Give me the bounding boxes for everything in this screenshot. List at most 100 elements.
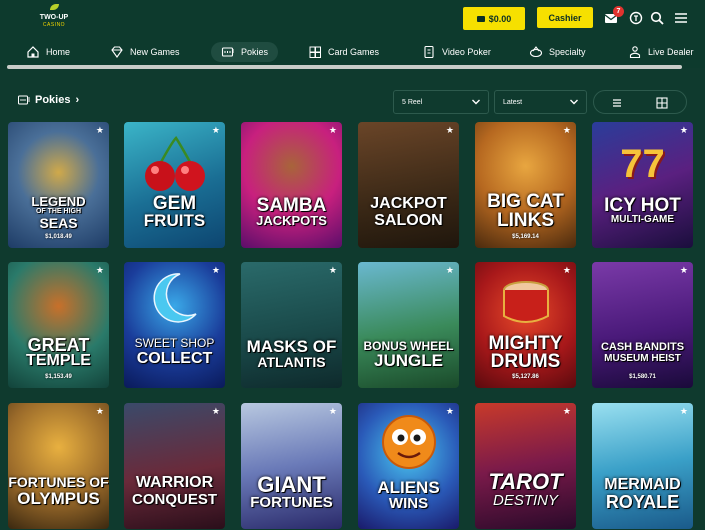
game-tile-mighty-drums[interactable]: ★ MIGHTY DRUMS $5,127.86: [475, 262, 576, 388]
favorite-star-icon[interactable]: ★: [212, 406, 220, 416]
logo-text-bottom: CASINO: [42, 22, 66, 28]
favorite-star-icon[interactable]: ★: [212, 265, 220, 275]
nav-item-live-dealer[interactable]: Live Dealer: [628, 42, 694, 62]
coin-icon[interactable]: [629, 11, 643, 25]
favorite-star-icon[interactable]: ★: [446, 406, 454, 416]
game-art: [358, 122, 459, 248]
dealer-icon: [629, 46, 641, 59]
mail-badge: 7: [613, 6, 624, 17]
game-title-line2: DESTINY: [492, 492, 558, 509]
game-title-line2: ROYALE: [605, 492, 680, 512]
favorite-star-icon[interactable]: ★: [329, 265, 337, 275]
game-title-line2: FRUITS: [143, 211, 206, 230]
game-art: [475, 403, 576, 529]
game-title-line2: JUNGLE: [374, 351, 443, 370]
reel-filter-select[interactable]: 5 Reel: [393, 90, 489, 114]
jackpot-amount: $1,018.49: [45, 234, 72, 240]
nav-label: New Games: [130, 47, 180, 57]
favorite-star-icon[interactable]: ★: [96, 125, 104, 135]
game-title-line1: CASH BANDITS: [600, 341, 685, 353]
game-title-line1: MERMAID: [604, 476, 681, 493]
section-title-label: Pokies: [35, 94, 71, 106]
favorite-star-icon[interactable]: ★: [212, 125, 220, 135]
nav-label: Card Games: [328, 47, 380, 57]
game-tile-masks-of-atlantis[interactable]: ★ MASKS OF ATLANTIS: [241, 262, 342, 388]
balance-button[interactable]: $0.00: [463, 7, 525, 30]
game-title-line2: FORTUNES: [250, 494, 333, 511]
game-title-line1: LEGEND: [31, 194, 86, 209]
game-title-line1: MASKS OF: [246, 337, 337, 356]
favorite-star-icon[interactable]: ★: [446, 265, 454, 275]
game-title-line2: DRUMS: [490, 351, 561, 372]
game-title-line1: GIANT: [257, 472, 326, 497]
nav-item-specialty[interactable]: Specialty: [529, 42, 586, 62]
favorite-star-icon[interactable]: ★: [563, 265, 571, 275]
search-icon[interactable]: [650, 11, 664, 25]
game-tile-aliens-wins[interactable]: ★ ALIENS WINS: [358, 403, 459, 529]
sevens-art: 77: [620, 142, 665, 186]
section-title[interactable]: Pokies ›: [18, 94, 79, 106]
game-title-line2: CONQUEST: [131, 491, 217, 508]
nav-label: Video Poker: [442, 47, 491, 57]
game-tile-warrior-conquest[interactable]: ★ WARRIOR CONQUEST: [124, 403, 225, 529]
casino-logo[interactable]: TWO-UP CASINO: [38, 4, 70, 32]
game-tile-bonus-wheel-jungle[interactable]: ★ BONUS WHEEL JUNGLE: [358, 262, 459, 388]
alien-art: [382, 415, 436, 469]
sort-value: Latest: [503, 98, 523, 106]
game-tile-legend-of-the-high-seas[interactable]: ★ LEGEND OF THE HIGH SEAS $1,018.49: [8, 122, 109, 248]
game-tile-cash-bandits-museum-heist[interactable]: ★ CASH BANDITS MUSEUM HEIST $1,580.71: [592, 262, 693, 388]
nav-item-new-games[interactable]: New Games: [110, 42, 180, 62]
favorite-star-icon[interactable]: ★: [563, 125, 571, 135]
game-tile-gem-fruits[interactable]: ★ GEM FRUITS: [124, 122, 225, 248]
favorite-star-icon[interactable]: ★: [329, 406, 337, 416]
nav-item-video-poker[interactable]: Video Poker: [422, 42, 491, 62]
jackpot-amount: $1,153.49: [45, 374, 72, 380]
nav-label: Pokies: [241, 47, 269, 57]
list-view-icon[interactable]: [610, 96, 624, 110]
game-tile-big-cat-links[interactable]: ★ BIG CAT LINKS $5,169.14: [475, 122, 576, 248]
favorite-star-icon[interactable]: ★: [96, 406, 104, 416]
favorite-star-icon[interactable]: ★: [96, 265, 104, 275]
chevron-down-icon: [472, 99, 480, 105]
nav-label: Specialty: [549, 47, 586, 57]
game-tile-samba-jackpots[interactable]: ★ SAMBA JACKPOTS: [241, 122, 342, 248]
favorite-star-icon[interactable]: ★: [563, 406, 571, 416]
sort-select[interactable]: Latest: [494, 90, 587, 114]
game-title-line1: ALIENS: [377, 478, 440, 497]
logo-leaf-icon: [50, 4, 59, 10]
favorite-star-icon[interactable]: ★: [446, 125, 454, 135]
favorite-star-icon[interactable]: ★: [680, 125, 688, 135]
game-title-line2: MULTI-GAME: [610, 214, 675, 225]
game-tile-great-temple[interactable]: ★ GREAT TEMPLE $1,153.49: [8, 262, 109, 388]
nav-item-home[interactable]: Home: [26, 42, 70, 62]
cashier-button[interactable]: Cashier: [537, 7, 593, 28]
nav-item-card-games[interactable]: Card Games: [308, 42, 379, 62]
game-title-line1: TAROT: [488, 469, 563, 494]
game-tile-mermaid-royale[interactable]: ★ MERMAID ROYALE: [592, 403, 693, 529]
game-title-line2: ATLANTIS: [257, 354, 326, 370]
game-tile-sweet-shop-collect[interactable]: ★ SWEET SHOP COLLECT: [124, 262, 225, 388]
cherries-art: [145, 136, 205, 191]
favorite-star-icon[interactable]: ★: [680, 265, 688, 275]
game-tile-giant-fortunes[interactable]: ★ GIANT FORTUNES: [241, 403, 342, 529]
hamburger-menu-icon[interactable]: [674, 11, 688, 25]
game-title-line2: COLLECT: [136, 350, 213, 367]
game-title-line1: WARRIOR: [135, 474, 214, 491]
game-tile-icy-hot[interactable]: 77 ★ ICY HOT MULTI-GAME: [592, 122, 693, 248]
favorite-star-icon[interactable]: ★: [680, 406, 688, 416]
game-title-line2: JACKPOTS: [256, 213, 327, 228]
game-title-line2: OLYMPUS: [17, 489, 100, 508]
game-tile-tarot-destiny[interactable]: ★ TAROT DESTINY: [475, 403, 576, 529]
game-tile-fortunes-of-olympus[interactable]: ★ FORTUNES OF OLYMPUS: [8, 403, 109, 529]
nav-scrollbar[interactable]: [7, 65, 682, 69]
grid-view-icon[interactable]: [655, 96, 669, 110]
game-tile-jackpot-saloon[interactable]: ★ JACKPOT SALOON: [358, 122, 459, 248]
nav-label: Live Dealer: [648, 47, 694, 57]
chevron-down-icon: [570, 99, 578, 105]
nav-item-pokies[interactable]: Pokies: [211, 42, 279, 62]
nav-label: Home: [46, 47, 71, 57]
slot-machine-icon: [18, 95, 30, 104]
favorite-star-icon[interactable]: ★: [329, 125, 337, 135]
game-title-line2: OF THE HIGH: [35, 208, 82, 215]
specialty-icon: [529, 46, 543, 58]
